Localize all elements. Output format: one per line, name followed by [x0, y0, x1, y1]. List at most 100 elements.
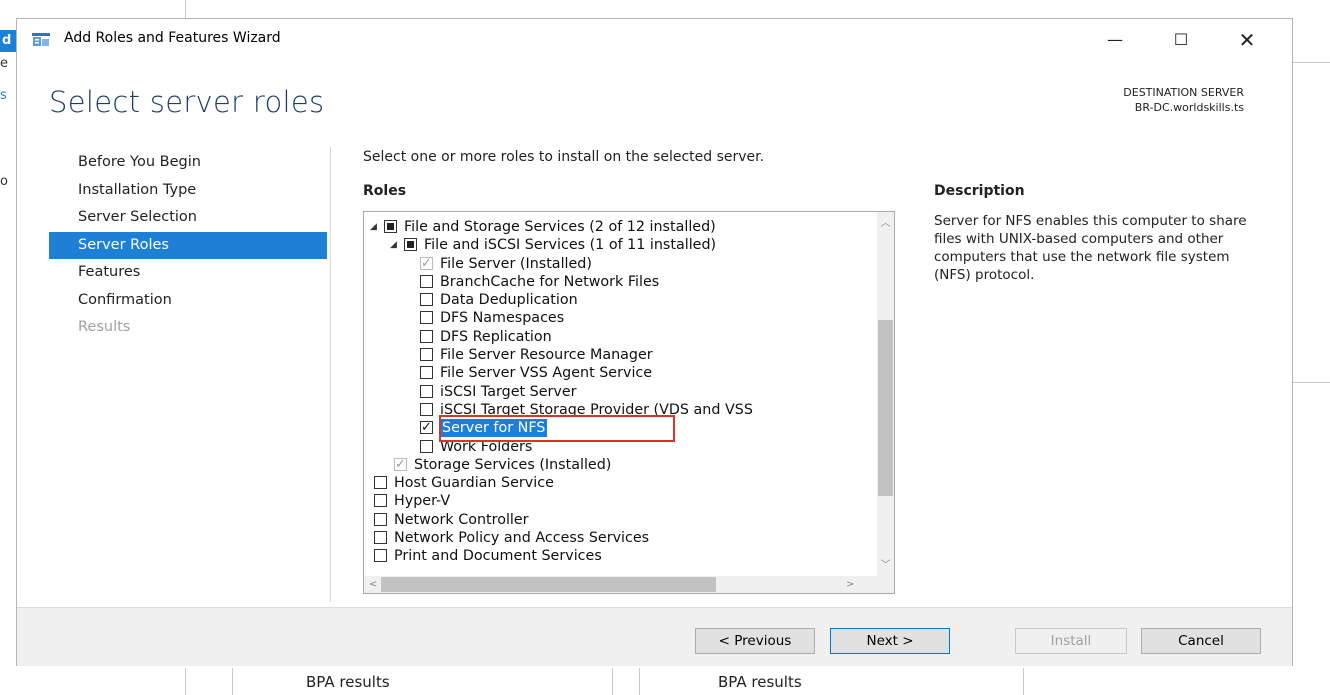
- role-tree-item[interactable]: ◢ File and iSCSI Services (1 of 11 instal…: [364, 236, 866, 254]
- nav-item-server-roles[interactable]: Server Roles: [49, 231, 327, 259]
- scroll-up-icon[interactable]: ︿: [877, 214, 894, 229]
- role-checkbox[interactable]: [420, 439, 433, 453]
- destination-server-value: BR-DC.worldskills.ts: [1134, 101, 1244, 114]
- destination-server: DESTINATION SERVER BR-DC.worldskills.ts: [1123, 85, 1244, 115]
- role-label: File and iSCSI Services (1 of 11 install…: [424, 237, 717, 254]
- background-server-manager-strip: d e s o: [0, 0, 16, 695]
- background-text-fragment: e: [0, 56, 8, 71]
- role-checkbox[interactable]: [420, 311, 433, 325]
- scroll-left-icon[interactable]: <: [369, 576, 377, 593]
- role-tree-item[interactable]: BranchCache for Network Files: [364, 273, 866, 291]
- expand-arrow-icon[interactable]: ◢: [370, 218, 377, 236]
- role-tree-item[interactable]: Host Guardian Service: [364, 474, 866, 492]
- role-tree-item[interactable]: iSCSI Target Server: [364, 383, 866, 401]
- next-button[interactable]: Next >: [830, 628, 950, 654]
- description-heading: Description: [934, 183, 1025, 199]
- background-divider: [185, 0, 186, 18]
- role-checkbox[interactable]: [374, 494, 387, 508]
- nav-item-before-you-begin[interactable]: Before You Begin: [49, 149, 327, 177]
- background-divider: [1293, 382, 1330, 383]
- expand-arrow-icon[interactable]: ◢: [390, 236, 397, 254]
- role-tree-item[interactable]: File Server Resource Manager: [364, 346, 866, 364]
- role-checkbox[interactable]: [420, 293, 433, 307]
- role-tree-item[interactable]: DFS Namespaces: [364, 309, 866, 327]
- role-label: File Server (Installed): [440, 255, 592, 272]
- nav-item-results: Results: [78, 319, 131, 335]
- role-checkbox[interactable]: [404, 238, 417, 252]
- role-checkbox[interactable]: [374, 531, 387, 545]
- role-checkbox[interactable]: [374, 512, 387, 526]
- background-text-fragment: o: [0, 174, 8, 189]
- instruction-text: Select one or more roles to install on t…: [363, 149, 765, 165]
- wizard-navigation: Before You Begin Installation Type Serve…: [49, 149, 327, 342]
- highlight-annotation-box: [439, 415, 675, 442]
- background-divider: [1293, 62, 1330, 63]
- roles-tree[interactable]: ◢ File and Storage Services (2 of 12 inst…: [363, 211, 895, 594]
- destination-server-label: DESTINATION SERVER: [1123, 86, 1244, 99]
- role-tree-item[interactable]: File Server VSS Agent Service: [364, 364, 866, 382]
- role-label: File and Storage Services (2 of 12 insta…: [404, 219, 716, 235]
- role-checkbox[interactable]: [374, 549, 387, 563]
- role-checkbox[interactable]: [374, 476, 387, 490]
- role-label: Storage Services (Installed): [414, 456, 612, 473]
- role-label: Host Guardian Service: [394, 475, 554, 492]
- title-bar[interactable]: Add Roles and Features Wizard — ☐ ✕: [17, 19, 1292, 59]
- role-tree-item[interactable]: Print and Document Services: [364, 547, 866, 565]
- role-label: Print and Document Services: [394, 548, 602, 565]
- role-checkbox[interactable]: [420, 419, 433, 437]
- nav-item-server-selection[interactable]: Server Selection: [49, 204, 327, 232]
- background-divider: [185, 668, 186, 695]
- role-tree-item[interactable]: Network Policy and Access Services: [364, 529, 866, 547]
- role-label: Data Deduplication: [440, 292, 578, 309]
- add-roles-wizard-dialog: Add Roles and Features Wizard — ☐ ✕ Sele…: [16, 18, 1293, 666]
- role-tree-item[interactable]: Storage Services (Installed): [364, 456, 866, 474]
- role-checkbox[interactable]: [420, 348, 433, 362]
- minimize-icon[interactable]: —: [1095, 27, 1135, 53]
- previous-button[interactable]: < Previous: [695, 628, 815, 654]
- page-title: Select server roles: [49, 85, 325, 119]
- background-text-fragment: s: [0, 88, 7, 103]
- horizontal-scrollbar[interactable]: < >: [364, 576, 878, 593]
- background-bpa-tile[interactable]: BPA results: [639, 668, 1024, 695]
- horizontal-scroll-thumb[interactable]: [381, 577, 716, 592]
- role-tree-item[interactable]: File Server (Installed): [364, 255, 866, 273]
- cancel-button[interactable]: Cancel: [1141, 628, 1261, 654]
- role-tree-item[interactable]: DFS Replication: [364, 328, 866, 346]
- role-label: File Server Resource Manager: [440, 347, 653, 364]
- bpa-results-label: BPA results: [718, 673, 802, 691]
- role-checkbox: [420, 255, 433, 273]
- role-label: BranchCache for Network Files: [440, 273, 660, 290]
- vertical-scroll-thumb[interactable]: [878, 320, 893, 496]
- vertical-scrollbar[interactable]: ︿ ﹀: [877, 212, 894, 576]
- role-checkbox[interactable]: [420, 384, 433, 398]
- role-tree-item[interactable]: Data Deduplication: [364, 291, 866, 309]
- role-tree-item[interactable]: Network Controller: [364, 511, 866, 529]
- role-checkbox[interactable]: [384, 220, 397, 233]
- description-text: Server for NFS enables this computer to …: [934, 213, 1247, 283]
- nav-item-installation-type[interactable]: Installation Type: [49, 177, 327, 205]
- roles-heading: Roles: [363, 183, 407, 199]
- background-selected-item: d: [0, 30, 16, 52]
- role-label: File Server VSS Agent Service: [440, 365, 653, 382]
- role-checkbox: [394, 456, 407, 474]
- maximize-icon[interactable]: ☐: [1161, 27, 1201, 53]
- nav-item-confirmation[interactable]: Confirmation: [49, 287, 327, 315]
- scroll-right-icon[interactable]: >: [846, 576, 854, 593]
- role-checkbox[interactable]: [420, 402, 433, 416]
- background-bpa-tile[interactable]: BPA results: [232, 668, 613, 695]
- scroll-down-icon[interactable]: ﹀: [877, 556, 894, 571]
- close-icon[interactable]: ✕: [1227, 27, 1267, 53]
- role-tree-item[interactable]: Hyper-V: [364, 492, 866, 510]
- nav-item-features[interactable]: Features: [49, 259, 327, 287]
- role-label: iSCSI Target Server: [440, 383, 577, 400]
- role-label: Network Policy and Access Services: [394, 530, 650, 547]
- wizard-footer: < Previous Next > Install Cancel: [17, 607, 1292, 666]
- role-checkbox[interactable]: [420, 274, 433, 288]
- role-tree-item[interactable]: ◢ File and Storage Services (2 of 12 inst…: [364, 218, 866, 236]
- bpa-results-label: BPA results: [306, 673, 390, 691]
- role-label: DFS Replication: [440, 328, 552, 345]
- role-checkbox[interactable]: [420, 329, 433, 343]
- scroll-corner: [877, 576, 894, 593]
- role-label: Hyper-V: [394, 493, 451, 510]
- role-checkbox[interactable]: [420, 366, 433, 380]
